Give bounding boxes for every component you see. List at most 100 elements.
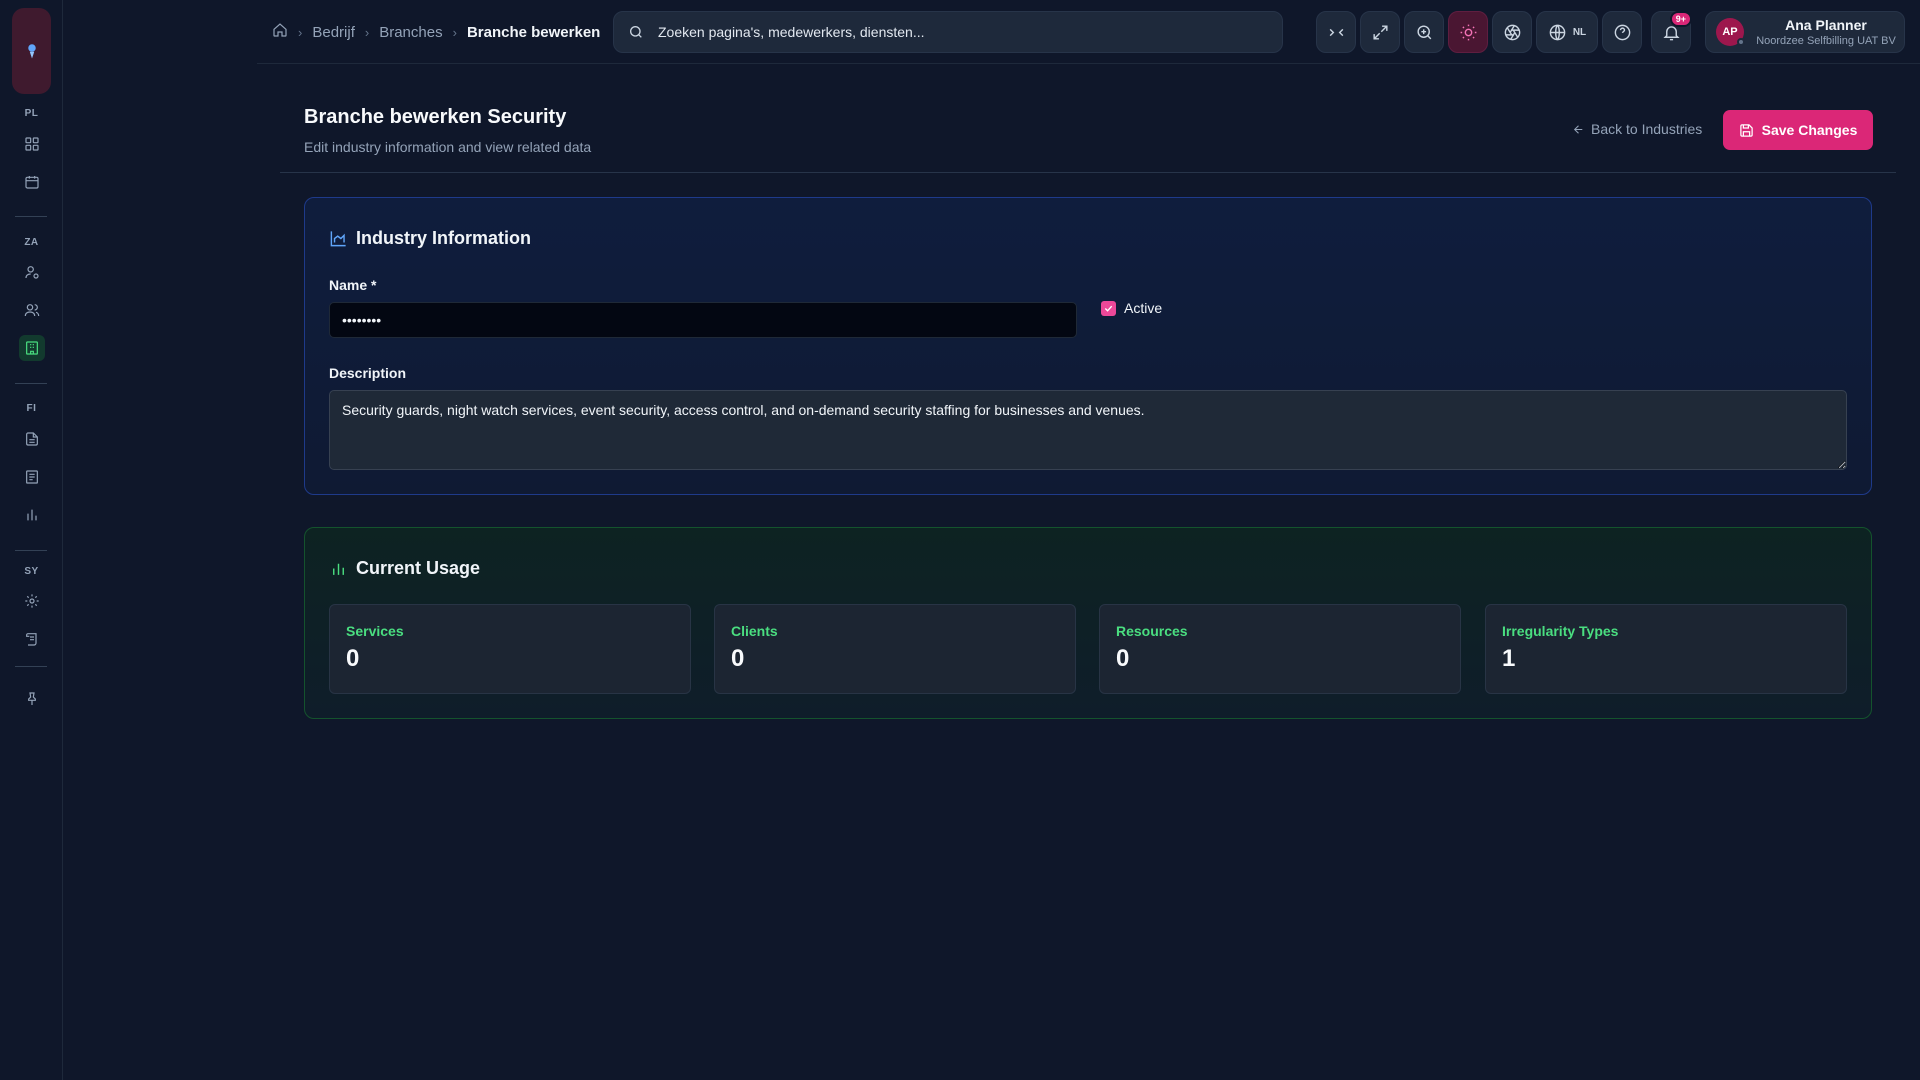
language-button[interactable]: NL [1536,11,1598,53]
breadcrumb: › Bedrijf › Branches › Branche bewerken [272,22,600,42]
sidebar-item-documents[interactable] [19,426,45,452]
collapse-button[interactable] [1316,11,1356,53]
sidebar-divider [15,216,47,217]
topbar: › Bedrijf › Branches › Branche bewerken … [257,0,1920,64]
breadcrumb-current: Branche bewerken [466,23,601,41]
stat-label: Services [346,623,404,639]
sidebar-section-label: ZA [24,237,39,248]
stat-card-services: Services 0 [329,604,691,694]
settings-icon [25,594,39,608]
sidebar-section-label: SY [24,566,39,577]
chevron-right-icon: › [364,24,370,40]
active-label: Active [1124,300,1163,316]
avatar: AP [1716,18,1745,46]
bar-chart-icon [333,563,344,575]
search-input[interactable] [658,24,1258,40]
save-icon [1739,123,1753,137]
industry-information-card: Industry Information Name * Active Descr… [304,197,1872,495]
aperture-icon [1504,24,1520,40]
notification-badge: 9+ [1669,11,1692,27]
check-icon [1104,305,1113,312]
aperture-button[interactable] [1492,11,1532,53]
status-dot [1737,38,1745,46]
stat-label: Resources [1116,623,1188,639]
chevron-right-icon: › [298,24,303,40]
notifications-button[interactable]: 9+ [1651,11,1692,53]
bar-chart-icon [27,509,37,521]
industry-information-title: Industry Information [329,228,531,249]
sidebar-section-label: FI [26,403,37,414]
sidebar-item-settings[interactable] [19,588,45,614]
dashboard-icon [25,137,39,151]
expand-icon [1372,24,1388,40]
sidebar-item-industries[interactable] [19,335,45,361]
back-link-label: Back to Industries [1591,121,1703,137]
pin-icon [28,692,36,705]
search-icon [630,26,642,38]
user-info: Ana Planner Noordzee Selfbilling UAT BV [1754,17,1904,47]
sidebar-item-users[interactable] [19,297,45,323]
breadcrumb-home[interactable] [272,22,288,42]
page-title: Branche bewerken Security [304,106,567,128]
chevron-right-icon: › [452,24,457,40]
breadcrumb-item-company[interactable]: Bedrijf [312,24,355,41]
name-label: Name * [329,277,377,293]
sun-icon [1460,24,1476,40]
header-divider [280,172,1896,173]
stat-value: 1 [1502,645,1516,672]
sidebar-item-user-settings[interactable] [19,259,45,285]
sidebar: PL ZA FI SY [0,0,63,1080]
stat-card-resources: Resources 0 [1099,604,1461,694]
stat-value: 0 [1116,645,1130,672]
stat-value: 0 [346,645,360,672]
sidebar-item-reports[interactable] [19,502,45,528]
sidebar-item-invoices[interactable] [19,464,45,490]
checkbox-checked[interactable] [1101,300,1116,316]
save-button[interactable]: Save Changes [1723,110,1873,150]
stat-label: Irregularity Types [1502,623,1619,639]
sidebar-pin-button[interactable] [19,686,45,712]
globe-icon [1549,24,1566,40]
help-circle-icon [1614,24,1630,40]
search-bar[interactable] [613,11,1283,53]
active-checkbox[interactable]: Active [1101,300,1162,316]
card-title-text: Industry Information [356,228,531,248]
industry-chart-icon [330,231,346,247]
stat-value: 0 [731,645,745,672]
description-label: Description [329,365,407,381]
help-button[interactable] [1602,11,1642,53]
users-icon [24,304,40,317]
fullscreen-button[interactable] [1360,11,1400,53]
save-button-label: Save Changes [1761,122,1858,138]
sidebar-item-dashboard[interactable] [19,131,45,157]
sidebar-divider [15,550,47,551]
logo-icon [27,44,36,59]
sidebar-item-logs[interactable] [19,626,45,652]
card-title-text: Current Usage [356,558,481,578]
user-name: Ana Planner [1785,17,1867,33]
description-textarea[interactable]: Security guards, night watch services, e… [329,390,1847,470]
user-menu[interactable]: AP Ana Planner Noordzee Selfbilling UAT … [1705,11,1905,53]
stat-label: Clients [731,623,778,639]
zoom-button[interactable] [1404,11,1444,53]
receipt-icon [26,470,38,484]
user-organization: Noordzee Selfbilling UAT BV [1756,35,1896,47]
calendar-icon [25,176,39,189]
current-usage-title: Current Usage [329,558,480,579]
app-logo[interactable] [12,8,51,94]
scroll-icon [26,633,37,646]
file-text-icon [26,432,38,446]
current-usage-card: Current Usage Services 0 Clients 0 Resou… [304,527,1872,719]
back-to-industries-link[interactable]: Back to Industries [1572,121,1702,137]
zoom-in-icon [1416,24,1431,39]
home-icon [273,23,287,37]
language-code: NL [1572,26,1587,38]
stat-card-clients: Clients 0 [714,604,1076,694]
stat-card-irregularity-types: Irregularity Types 1 [1485,604,1847,694]
theme-toggle-button[interactable] [1448,11,1488,53]
sidebar-item-calendar[interactable] [19,169,45,195]
breadcrumb-item-branches[interactable]: Branches [379,24,442,41]
sidebar-section-label: PL [24,108,39,119]
name-field[interactable] [329,302,1077,338]
sidebar-divider [15,383,47,384]
